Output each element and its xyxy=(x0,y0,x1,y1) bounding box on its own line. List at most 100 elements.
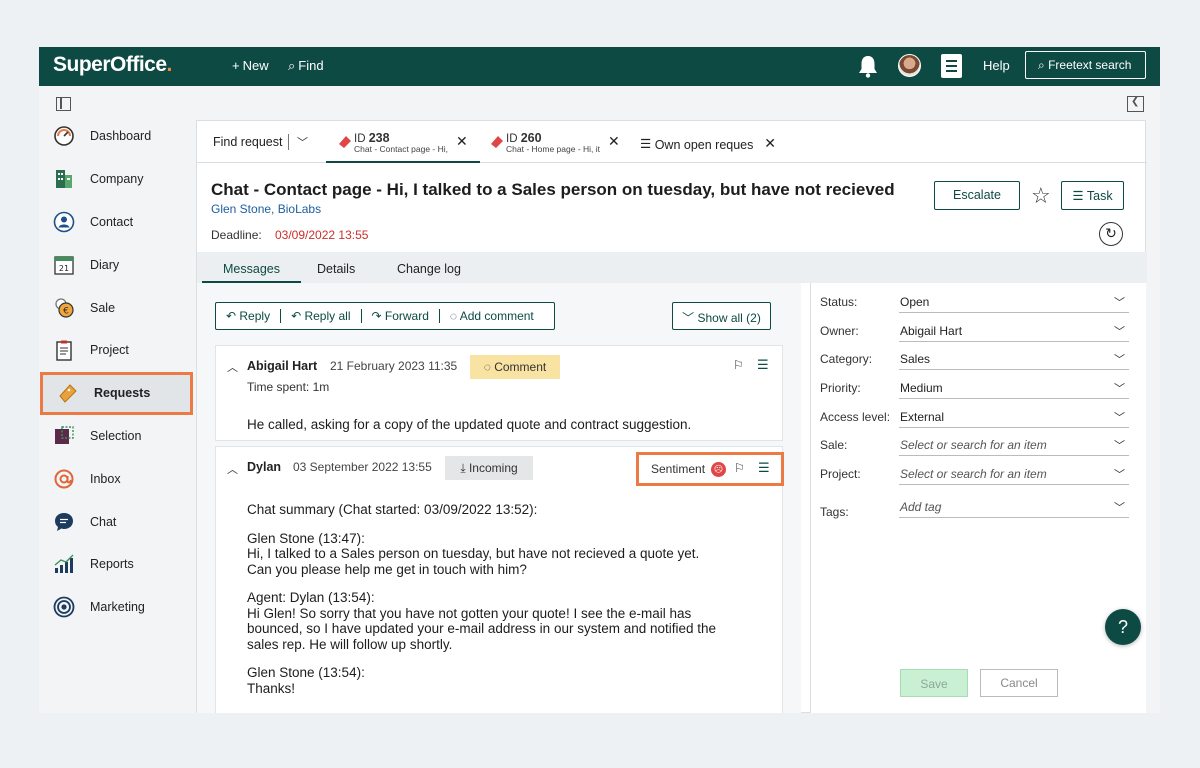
list-icon: ☰ xyxy=(1072,189,1084,203)
download-icon: ⤓ xyxy=(460,461,469,475)
top-bar: SuperOffice. + New ⌕ Find Help ⌕ Freetext … xyxy=(39,47,1160,86)
reply-all-button[interactable]: ↶ Reply all xyxy=(281,309,362,323)
flag-icon[interactable]: ⚐ xyxy=(733,358,744,372)
tab-request-260[interactable]: ID 260 Chat - Home page - Hi, it ✕ xyxy=(490,131,622,163)
chevron-down-icon: ﹀ xyxy=(1114,440,1125,452)
reply-all-icon: ↶ xyxy=(291,309,305,323)
plus-icon: + xyxy=(232,58,240,73)
calendar-icon: 21 xyxy=(53,254,75,276)
tab-change-log[interactable]: Change log xyxy=(397,262,461,276)
help-link[interactable]: Help xyxy=(983,58,1010,73)
sidebar-item-inbox[interactable]: Inbox xyxy=(39,457,195,500)
sidebar-item-diary[interactable]: 21 Diary xyxy=(39,243,195,286)
collapse-panel-icon[interactable] xyxy=(1127,96,1144,112)
sidebar-item-contact[interactable]: Contact xyxy=(39,201,195,244)
status-field[interactable]: Status: Open ﹀ xyxy=(820,291,1129,313)
sidebar-item-sale[interactable]: € Sale xyxy=(39,286,195,329)
collapse-sidebar-icon[interactable] xyxy=(56,97,71,111)
sidebar-item-chat[interactable]: Chat xyxy=(39,500,195,543)
comment-icon: ◌ xyxy=(483,360,495,374)
sidebar-item-requests[interactable]: Requests xyxy=(40,371,193,415)
tags-field[interactable]: Tags: Add tag ﹀ xyxy=(820,496,1129,519)
message-item: ︿ Abigail Hart 21 February 2023 11:35 ◌ … xyxy=(215,345,783,441)
subtabs-bar: Messages Details Change log xyxy=(197,252,1147,283)
chevron-down-icon: ﹀ xyxy=(682,311,698,325)
tab-request-238[interactable]: ID 238 Chat - Contact page - Hi, ✕ xyxy=(326,131,480,163)
message-author: Dylan xyxy=(247,460,282,474)
message-body: He called, asking for a copy of the upda… xyxy=(247,417,692,432)
new-button[interactable]: + New xyxy=(232,58,269,73)
forward-icon: ↷ xyxy=(371,309,385,323)
gauge-icon xyxy=(53,125,75,147)
chevron-down-icon: ﹀ xyxy=(1114,297,1125,309)
project-field[interactable]: Project: Select or search for an item ﹀ xyxy=(820,463,1129,485)
clipboard-icon xyxy=(53,339,75,362)
add-comment-button[interactable]: ◌ Add comment xyxy=(440,309,544,323)
request-title: Chat - Contact page - Hi, I talked to a … xyxy=(211,180,895,199)
find-request-tab[interactable]: Find request xyxy=(213,135,282,149)
sentiment-label: Sentiment xyxy=(651,462,706,476)
bell-icon[interactable] xyxy=(857,54,879,78)
sidebar-item-dashboard[interactable]: Dashboard xyxy=(39,115,195,158)
sidebar-item-company[interactable]: Company xyxy=(39,158,195,201)
chat-bubble-icon xyxy=(53,511,75,533)
freetext-search-button[interactable]: ⌕ Freetext search xyxy=(1025,51,1146,79)
company-link[interactable]: BioLabs xyxy=(278,202,321,216)
show-all-button[interactable]: ﹀ Show all (2) xyxy=(672,302,771,330)
notes-icon[interactable] xyxy=(941,54,962,78)
tab-messages[interactable]: Messages xyxy=(202,262,301,283)
comment-badge: ◌ Comment xyxy=(470,355,560,379)
building-icon xyxy=(53,168,75,190)
save-button[interactable]: Save xyxy=(900,669,968,697)
message-date: 03 September 2022 13:55 xyxy=(293,460,432,474)
user-avatar[interactable] xyxy=(898,54,921,77)
chevron-down-icon[interactable]: ﹀ xyxy=(297,134,308,150)
superoffice-logo[interactable]: SuperOffice. xyxy=(53,53,172,77)
tab-details[interactable]: Details xyxy=(317,262,355,276)
sentiment-indicator: Sentiment ☹ ⚐ ☰ xyxy=(636,452,784,486)
tab-own-open-requests[interactable]: ☰ Own open request: ✕ xyxy=(640,135,776,152)
ticket-icon xyxy=(491,136,503,148)
access-level-field[interactable]: Access level: External ﹀ xyxy=(820,406,1129,428)
message-author: Abigail Hart xyxy=(247,359,318,373)
request-contact-line: Glen Stone, BioLabs xyxy=(211,202,322,216)
sidebar-item-project[interactable]: Project xyxy=(39,329,195,372)
menu-icon[interactable]: ☰ xyxy=(757,357,769,373)
task-button[interactable]: ☰ Task xyxy=(1061,181,1124,210)
at-sign-icon xyxy=(53,468,75,490)
messages-pane: ↶ Reply ↶ Reply all ↷ Forward ◌ Add comm… xyxy=(197,283,801,713)
contact-link[interactable]: Glen Stone xyxy=(211,202,271,216)
reply-icon: ↶ xyxy=(226,309,240,323)
message-actions-toolbar: ↶ Reply ↶ Reply all ↷ Forward ◌ Add comm… xyxy=(215,302,555,330)
close-icon[interactable]: ✕ xyxy=(456,133,468,150)
sidebar-item-marketing[interactable]: Marketing xyxy=(39,586,195,629)
refresh-icon[interactable]: ↻ xyxy=(1099,222,1123,246)
sale-field[interactable]: Sale: Select or search for an item ﹀ xyxy=(820,434,1129,456)
deadline-label: Deadline: xyxy=(211,228,262,242)
reply-button[interactable]: ↶ Reply xyxy=(216,309,282,323)
flag-icon[interactable]: ⚐ xyxy=(734,461,745,475)
target-icon xyxy=(53,596,75,618)
menu-icon[interactable]: ☰ xyxy=(758,460,770,476)
tab-divider xyxy=(288,134,289,150)
star-icon[interactable]: ☆ xyxy=(1031,183,1051,209)
sidebar-item-selection[interactable]: Selection xyxy=(39,415,195,458)
escalate-button[interactable]: Escalate xyxy=(934,181,1020,210)
owner-field[interactable]: Owner: Abigail Hart ﹀ xyxy=(820,320,1129,342)
chevron-down-icon: ﹀ xyxy=(1114,469,1125,481)
help-fab-button[interactable]: ? xyxy=(1105,609,1141,645)
svg-text:€: € xyxy=(63,306,69,316)
forward-button[interactable]: ↷ Forward xyxy=(362,309,440,323)
close-icon[interactable]: ✕ xyxy=(608,133,620,150)
chevron-up-icon[interactable]: ︿ xyxy=(227,359,238,375)
chevron-up-icon[interactable]: ︿ xyxy=(227,461,238,477)
category-field[interactable]: Category: Sales ﹀ xyxy=(820,348,1129,370)
comment-icon: ◌ xyxy=(449,309,460,323)
incoming-badge: ⤓ Incoming xyxy=(445,456,533,480)
find-button[interactable]: ⌕ Find xyxy=(288,58,324,74)
sidebar-item-reports[interactable]: Reports xyxy=(39,543,195,586)
priority-field[interactable]: Priority: Medium ﹀ xyxy=(820,377,1129,399)
close-icon[interactable]: ✕ xyxy=(764,135,776,151)
cancel-button[interactable]: Cancel xyxy=(980,669,1058,697)
request-fields-pane: Status: Open ﹀ Owner: Abigail Hart ﹀ Categor… xyxy=(810,283,1146,713)
